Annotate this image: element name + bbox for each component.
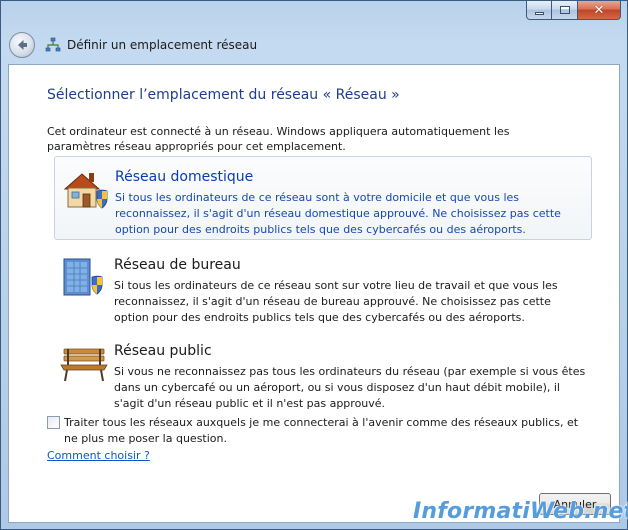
maximize-button[interactable] <box>552 1 578 20</box>
minimize-icon <box>534 11 544 15</box>
option-work-title: Réseau de bureau <box>114 257 241 273</box>
option-home-title: Réseau domestique <box>115 169 254 185</box>
content-panel: Sélectionner l’emplacement du réseau « R… <box>8 64 620 523</box>
office-building-shield-icon <box>63 258 103 296</box>
dialog-window: ✕ Définir un emplacement réseau Sélectio… <box>0 0 628 530</box>
option-work-description: Si tous les ordinateurs de ce réseau son… <box>114 279 558 324</box>
option-home-network[interactable]: Réseau domestique Si tous les ordinateur… <box>54 156 592 240</box>
option-public-description: Si vous ne reconnaissez pas tous les ord… <box>114 365 586 410</box>
public-networks-checkbox-label[interactable]: Traiter tous les réseaux auxquels je me … <box>64 415 587 447</box>
option-public-network[interactable]: Réseau public Si vous ne reconnaissez pa… <box>54 331 592 411</box>
option-work-network[interactable]: Réseau de bureau Si tous les ordinateurs… <box>54 245 592 325</box>
option-public-title: Réseau public <box>114 343 212 359</box>
minimize-button[interactable] <box>526 1 552 20</box>
maximize-icon <box>559 6 570 14</box>
help-choose-link[interactable]: Comment choisir ? <box>47 449 150 462</box>
close-icon: ✕ <box>593 2 605 18</box>
back-button[interactable] <box>9 32 35 58</box>
public-networks-checkbox[interactable] <box>47 416 60 429</box>
page-heading: Sélectionner l’emplacement du réseau « R… <box>47 87 400 103</box>
network-icon <box>45 37 61 52</box>
intro-text: Cet ordinateur est connecté à un réseau.… <box>47 125 510 153</box>
close-button[interactable]: ✕ <box>578 1 621 20</box>
caption-buttons: ✕ <box>526 1 621 20</box>
arrow-left-icon <box>18 40 27 50</box>
house-shield-icon <box>63 173 108 209</box>
park-bench-icon <box>60 348 108 382</box>
window-title: Définir un emplacement réseau <box>67 38 258 52</box>
option-home-description: Si tous les ordinateurs de ce réseau son… <box>115 191 561 236</box>
dialog-header: Définir un emplacement réseau <box>9 28 257 62</box>
site-watermark: InformatiWeb.net <box>413 499 628 524</box>
public-networks-checkbox-row[interactable]: Traiter tous les réseaux auxquels je me … <box>47 415 587 447</box>
